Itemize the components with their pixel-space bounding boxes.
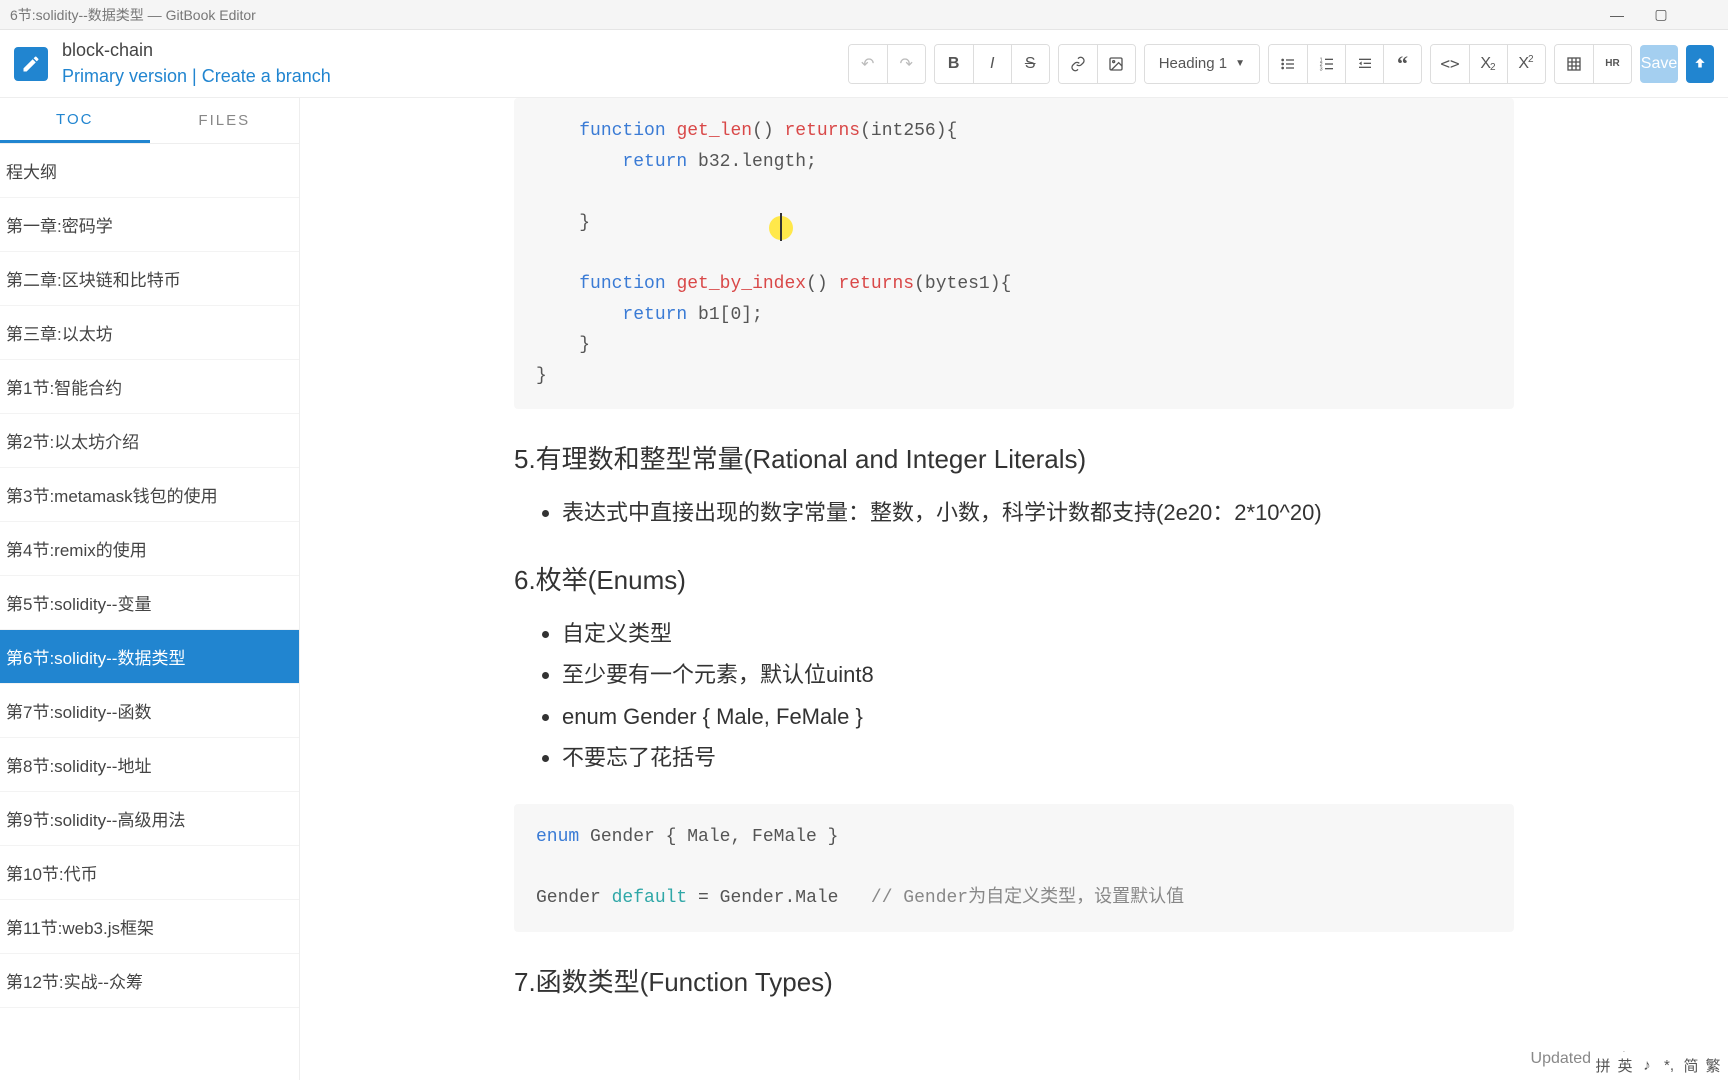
list-item[interactable]: enum Gender { Male, FeMale } bbox=[562, 698, 1514, 735]
redo-button[interactable]: ↷ bbox=[887, 45, 925, 83]
heading-dropdown[interactable]: Heading 1 ▼ bbox=[1145, 45, 1259, 83]
section-5-list[interactable]: 表达式中直接出现的数字常量：整数，小数，科学计数都支持(2e20：2*10^20… bbox=[514, 494, 1514, 531]
code-group: <> X2 X2 bbox=[1430, 44, 1546, 84]
history-group: ↶ ↷ bbox=[848, 44, 926, 84]
ime-punct[interactable]: *, bbox=[1660, 1057, 1678, 1074]
toc-item[interactable]: 第二章:区块链和比特币 bbox=[0, 252, 299, 306]
window-title: 6节:solidity--数据类型 — GitBook Editor bbox=[10, 5, 1610, 25]
editor-content: function get_len() returns(int256){ retu… bbox=[514, 98, 1514, 999]
outdent-icon bbox=[1357, 56, 1373, 72]
toc-item[interactable]: 第3节:metamask钱包的使用 bbox=[0, 468, 299, 522]
hr-button[interactable]: HR bbox=[1593, 45, 1631, 83]
toc-item[interactable]: 第10节:代币 bbox=[0, 846, 299, 900]
heading-dropdown-label: Heading 1 bbox=[1159, 55, 1227, 72]
code-block-1[interactable]: function get_len() returns(int256){ retu… bbox=[514, 98, 1514, 409]
section-6-list[interactable]: 自定义类型至少要有一个元素，默认位uint8 enum Gender { Male… bbox=[514, 615, 1514, 777]
insert-group bbox=[1058, 44, 1136, 84]
sidebar-tabs: TOC FILES bbox=[0, 98, 299, 144]
minimize-button[interactable]: — bbox=[1610, 8, 1624, 22]
undo-button[interactable]: ↶ bbox=[849, 45, 887, 83]
table-icon bbox=[1566, 56, 1582, 72]
ime-trad[interactable]: 繁 bbox=[1704, 1055, 1722, 1076]
toc-item[interactable]: 第4节:remix的使用 bbox=[0, 522, 299, 576]
code-button[interactable]: <> bbox=[1431, 45, 1469, 83]
outdent-button[interactable] bbox=[1345, 45, 1383, 83]
table-button[interactable] bbox=[1555, 45, 1593, 83]
editor[interactable]: function get_len() returns(int256){ retu… bbox=[300, 98, 1728, 1080]
ime-mode[interactable]: 拼 bbox=[1594, 1055, 1612, 1076]
primary-version-link[interactable]: Primary version bbox=[62, 66, 187, 86]
toc-item[interactable]: 第12节:实战--众筹 bbox=[0, 954, 299, 1008]
ul-icon bbox=[1280, 56, 1296, 72]
publish-button[interactable] bbox=[1686, 45, 1714, 83]
link-button[interactable] bbox=[1059, 45, 1097, 83]
ime-music-icon[interactable]: ♪ bbox=[1638, 1057, 1656, 1074]
pencil-icon bbox=[21, 54, 41, 74]
link-icon bbox=[1070, 56, 1086, 72]
format-group: B I S bbox=[934, 44, 1050, 84]
list-item[interactable]: 至少要有一个元素，默认位uint8 bbox=[562, 656, 1514, 693]
ime-simp[interactable]: 简 bbox=[1682, 1055, 1700, 1076]
app-logo bbox=[14, 47, 48, 81]
toc-item[interactable]: 第9节:solidity--高级用法 bbox=[0, 792, 299, 846]
close-button[interactable] bbox=[1698, 8, 1712, 22]
toc-item[interactable]: 第6节:solidity--数据类型 bbox=[0, 630, 299, 684]
toc-item[interactable]: 第11节:web3.js框架 bbox=[0, 900, 299, 954]
sidebar: TOC FILES 程大纲第一章:密码学第二章:区块链和比特币第三章:以太坊第1… bbox=[0, 98, 300, 1080]
text-caret bbox=[780, 213, 782, 241]
save-button[interactable]: Save bbox=[1640, 45, 1678, 83]
italic-button[interactable]: I bbox=[973, 45, 1011, 83]
list-item[interactable]: 表达式中直接出现的数字常量：整数，小数，科学计数都支持(2e20：2*10^20… bbox=[562, 494, 1514, 531]
section-6-heading[interactable]: 6.枚举(Enums) bbox=[514, 560, 1514, 597]
ime-bar[interactable]: 拼 英 ♪ *, 简 繁 bbox=[1590, 1052, 1726, 1078]
toolbar: ↶ ↷ B I S Heading 1 ▼ bbox=[848, 44, 1714, 84]
ime-lang[interactable]: 英 bbox=[1616, 1055, 1634, 1076]
image-icon bbox=[1108, 56, 1124, 72]
maximize-button[interactable]: ▢ bbox=[1654, 8, 1668, 22]
version-line: Primary version | Create a branch bbox=[62, 64, 331, 89]
quote-button[interactable]: “ bbox=[1383, 45, 1421, 83]
ul-button[interactable] bbox=[1269, 45, 1307, 83]
subscript-button[interactable]: X2 bbox=[1469, 45, 1507, 83]
toc-item[interactable]: 第三章:以太坊 bbox=[0, 306, 299, 360]
cloud-icon bbox=[1693, 57, 1707, 71]
book-name: block-chain bbox=[62, 38, 331, 63]
create-branch-link[interactable]: Create a branch bbox=[202, 66, 331, 86]
list-item[interactable]: 自定义类型 bbox=[562, 615, 1514, 652]
code-block-2[interactable]: enum Gender { Male, FeMale } Gender defa… bbox=[514, 804, 1514, 932]
ol-button[interactable]: 123 bbox=[1307, 45, 1345, 83]
toc-item[interactable]: 第1节:智能合约 bbox=[0, 360, 299, 414]
header: block-chain Primary version | Create a b… bbox=[0, 30, 1728, 98]
app-window: 6节:solidity--数据类型 — GitBook Editor — ▢ b… bbox=[0, 0, 1728, 1080]
content-area: TOC FILES 程大纲第一章:密码学第二章:区块链和比特币第三章:以太坊第1… bbox=[0, 98, 1728, 1080]
toc-item[interactable]: 第一章:密码学 bbox=[0, 198, 299, 252]
list-item[interactable]: 不要忘了花括号 bbox=[562, 739, 1514, 776]
toc-item[interactable]: 第7节:solidity--函数 bbox=[0, 684, 299, 738]
ol-icon: 123 bbox=[1319, 56, 1335, 72]
table-group: HR bbox=[1554, 44, 1632, 84]
heading-group: Heading 1 ▼ bbox=[1144, 44, 1260, 84]
svg-text:3: 3 bbox=[1319, 66, 1322, 71]
chevron-down-icon: ▼ bbox=[1235, 58, 1245, 69]
bold-button[interactable]: B bbox=[935, 45, 973, 83]
separator: | bbox=[192, 66, 202, 86]
toc-item[interactable]: 第2节:以太坊介绍 bbox=[0, 414, 299, 468]
section-5-heading[interactable]: 5.有理数和整型常量(Rational and Integer Literals… bbox=[514, 439, 1514, 476]
list-group: 123 “ bbox=[1268, 44, 1422, 84]
tab-files[interactable]: FILES bbox=[150, 98, 300, 143]
image-button[interactable] bbox=[1097, 45, 1135, 83]
section-7-heading[interactable]: 7.函数类型(Function Types) bbox=[514, 962, 1514, 999]
strike-button[interactable]: S bbox=[1011, 45, 1049, 83]
superscript-button[interactable]: X2 bbox=[1507, 45, 1545, 83]
toc-item[interactable]: 第5节:solidity--变量 bbox=[0, 576, 299, 630]
toc-item[interactable]: 第8节:solidity--地址 bbox=[0, 738, 299, 792]
tab-toc[interactable]: TOC bbox=[0, 98, 150, 143]
titlebar: 6节:solidity--数据类型 — GitBook Editor — ▢ bbox=[0, 0, 1728, 30]
toc-list[interactable]: 程大纲第一章:密码学第二章:区块链和比特币第三章:以太坊第1节:智能合约第2节:… bbox=[0, 144, 299, 1080]
toc-item[interactable]: 程大纲 bbox=[0, 144, 299, 198]
book-info: block-chain Primary version | Create a b… bbox=[62, 38, 331, 88]
window-controls: — ▢ bbox=[1610, 8, 1698, 22]
